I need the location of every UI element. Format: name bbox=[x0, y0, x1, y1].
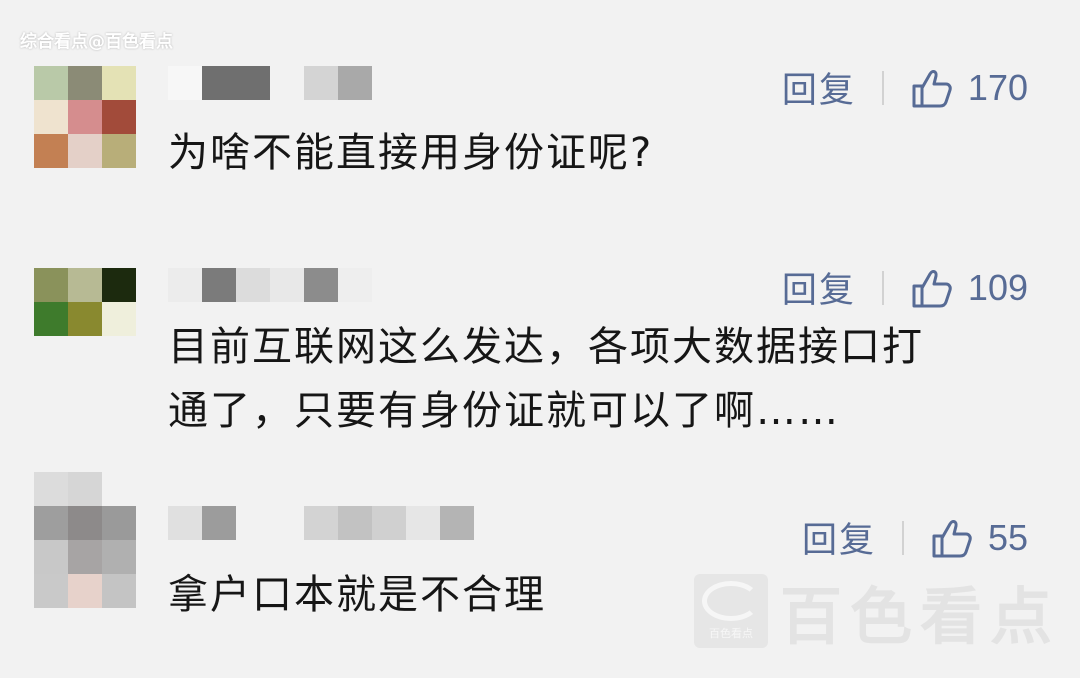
reply-button[interactable]: 回复 bbox=[802, 512, 876, 563]
like-count: 170 bbox=[967, 66, 1028, 108]
like-count: 55 bbox=[987, 516, 1028, 558]
avatar[interactable] bbox=[34, 268, 136, 370]
username-blurred[interactable] bbox=[168, 506, 474, 540]
comment-text-line: 通了，只要有身份证就可以了啊…… bbox=[168, 388, 840, 434]
brand-watermark: 百色看点 百色看点 bbox=[693, 566, 1060, 656]
username-blurred[interactable] bbox=[168, 268, 372, 302]
divider bbox=[881, 270, 884, 305]
top-watermark: 综合看点@百色看点 bbox=[20, 32, 173, 52]
divider bbox=[881, 70, 884, 105]
divider bbox=[901, 520, 904, 555]
brand-logo-icon: 百色看点 bbox=[693, 574, 768, 648]
reply-button[interactable]: 回复 bbox=[782, 262, 856, 313]
comment-text-line: 目前互联网这么发达，各项大数据接口打 bbox=[168, 324, 924, 370]
comment-actions: 回复 109 bbox=[782, 262, 1028, 313]
comment-text: 为啥不能直接用身份证呢? bbox=[168, 130, 654, 176]
like-count: 109 bbox=[967, 266, 1028, 308]
comment-actions: 回复 170 bbox=[782, 62, 1028, 113]
thumbs-up-icon[interactable] bbox=[930, 516, 974, 560]
brand-name: 百色看点 bbox=[779, 580, 1060, 653]
reply-button[interactable]: 回复 bbox=[782, 62, 856, 113]
comment-text: 拿户口本就是不合理 bbox=[168, 572, 546, 618]
comment-actions: 回复 55 bbox=[802, 512, 1028, 563]
thumbs-up-icon[interactable] bbox=[910, 66, 954, 110]
avatar-bottom bbox=[34, 574, 136, 608]
avatar[interactable] bbox=[34, 66, 136, 168]
thumbs-up-icon[interactable] bbox=[910, 266, 954, 310]
avatar[interactable] bbox=[34, 472, 136, 574]
username-blurred[interactable] bbox=[168, 66, 372, 100]
